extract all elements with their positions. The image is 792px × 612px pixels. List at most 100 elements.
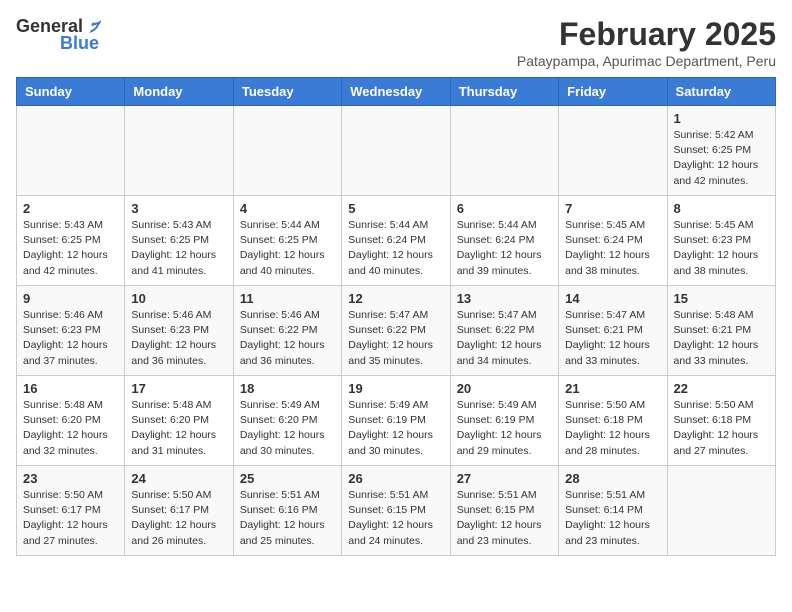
calendar-cell: 26Sunrise: 5:51 AM Sunset: 6:15 PM Dayli… [342,466,450,556]
day-number: 16 [23,381,118,396]
calendar-cell: 3 Sunrise: 5:43 AM Sunset: 6:25 PM Daylig… [125,196,233,286]
day-info: Sunrise: 5:46 AM Sunset: 6:23 PM Dayligh… [23,308,118,369]
day-number: 18 [240,381,335,396]
day-info: Sunrise: 5:43 AM Sunset: 6:25 PM Dayligh… [131,218,226,279]
calendar-week-row: 23Sunrise: 5:50 AM Sunset: 6:17 PM Dayli… [17,466,776,556]
calendar-cell: 11 Sunrise: 5:46 AM Sunset: 6:22 PM Dayli… [233,286,341,376]
day-info: Sunrise: 5:49 AM Sunset: 6:19 PM Dayligh… [348,398,443,459]
day-info: Sunrise: 5:44 AM Sunset: 6:24 PM Dayligh… [348,218,443,279]
day-info: Sunrise: 5:51 AM Sunset: 6:14 PM Dayligh… [565,488,660,549]
calendar-cell: 20Sunrise: 5:49 AM Sunset: 6:19 PM Dayli… [450,376,558,466]
day-info: Sunrise: 5:48 AM Sunset: 6:20 PM Dayligh… [131,398,226,459]
calendar-cell [125,106,233,196]
calendar-week-row: 1 Sunrise: 5:42 AM Sunset: 6:25 PM Daylig… [17,106,776,196]
day-number: 10 [131,291,226,306]
day-number: 5 [348,201,443,216]
header: General Blue February 2025 Pataypampa, A… [16,16,776,69]
day-info: Sunrise: 5:46 AM Sunset: 6:23 PM Dayligh… [131,308,226,369]
calendar-week-row: 2 Sunrise: 5:43 AM Sunset: 6:25 PM Daylig… [17,196,776,286]
day-info: Sunrise: 5:44 AM Sunset: 6:25 PM Dayligh… [240,218,335,279]
calendar-week-row: 9 Sunrise: 5:46 AM Sunset: 6:23 PM Daylig… [17,286,776,376]
day-number: 24 [131,471,226,486]
logo-text-blue: Blue [60,33,99,54]
day-info: Sunrise: 5:51 AM Sunset: 6:16 PM Dayligh… [240,488,335,549]
day-info: Sunrise: 5:47 AM Sunset: 6:21 PM Dayligh… [565,308,660,369]
calendar-cell: 9 Sunrise: 5:46 AM Sunset: 6:23 PM Daylig… [17,286,125,376]
calendar-cell: 1 Sunrise: 5:42 AM Sunset: 6:25 PM Daylig… [667,106,775,196]
calendar-cell: 10 Sunrise: 5:46 AM Sunset: 6:23 PM Dayli… [125,286,233,376]
day-info: Sunrise: 5:46 AM Sunset: 6:22 PM Dayligh… [240,308,335,369]
calendar-cell: 14 Sunrise: 5:47 AM Sunset: 6:21 PM Dayli… [559,286,667,376]
day-info: Sunrise: 5:48 AM Sunset: 6:20 PM Dayligh… [23,398,118,459]
day-info: Sunrise: 5:51 AM Sunset: 6:15 PM Dayligh… [348,488,443,549]
day-info: Sunrise: 5:49 AM Sunset: 6:20 PM Dayligh… [240,398,335,459]
calendar-cell [450,106,558,196]
day-info: Sunrise: 5:44 AM Sunset: 6:24 PM Dayligh… [457,218,552,279]
day-info: Sunrise: 5:50 AM Sunset: 6:17 PM Dayligh… [131,488,226,549]
day-info: Sunrise: 5:49 AM Sunset: 6:19 PM Dayligh… [457,398,552,459]
day-number: 13 [457,291,552,306]
calendar-cell: 15 Sunrise: 5:48 AM Sunset: 6:21 PM Dayli… [667,286,775,376]
day-number: 9 [23,291,118,306]
day-number: 17 [131,381,226,396]
day-number: 15 [674,291,769,306]
day-number: 14 [565,291,660,306]
calendar-title: February 2025 [517,16,776,53]
day-number: 11 [240,291,335,306]
calendar-cell [233,106,341,196]
calendar-header-saturday: Saturday [667,78,775,106]
day-info: Sunrise: 5:47 AM Sunset: 6:22 PM Dayligh… [348,308,443,369]
day-number: 3 [131,201,226,216]
calendar-header-tuesday: Tuesday [233,78,341,106]
calendar-cell: 28 Sunrise: 5:51 AM Sunset: 6:14 PM Dayli… [559,466,667,556]
calendar-cell: 27 Sunrise: 5:51 AM Sunset: 6:15 PM Dayli… [450,466,558,556]
day-number: 6 [457,201,552,216]
day-info: Sunrise: 5:45 AM Sunset: 6:24 PM Dayligh… [565,218,660,279]
calendar-week-row: 16 Sunrise: 5:48 AM Sunset: 6:20 PM Dayli… [17,376,776,466]
day-info: Sunrise: 5:42 AM Sunset: 6:25 PM Dayligh… [674,128,769,189]
calendar-cell: 16 Sunrise: 5:48 AM Sunset: 6:20 PM Dayli… [17,376,125,466]
calendar-cell [17,106,125,196]
calendar-cell: 18 Sunrise: 5:49 AM Sunset: 6:20 PM Dayli… [233,376,341,466]
calendar-cell: 7Sunrise: 5:45 AM Sunset: 6:24 PM Daylig… [559,196,667,286]
calendar-header-friday: Friday [559,78,667,106]
calendar-header-row: SundayMondayTuesdayWednesdayThursdayFrid… [17,78,776,106]
day-info: Sunrise: 5:50 AM Sunset: 6:18 PM Dayligh… [565,398,660,459]
day-info: Sunrise: 5:45 AM Sunset: 6:23 PM Dayligh… [674,218,769,279]
calendar-table: SundayMondayTuesdayWednesdayThursdayFrid… [16,77,776,556]
day-info: Sunrise: 5:51 AM Sunset: 6:15 PM Dayligh… [457,488,552,549]
calendar-cell [667,466,775,556]
day-info: Sunrise: 5:43 AM Sunset: 6:25 PM Dayligh… [23,218,118,279]
calendar-cell: 8 Sunrise: 5:45 AM Sunset: 6:23 PM Daylig… [667,196,775,286]
calendar-cell: 6 Sunrise: 5:44 AM Sunset: 6:24 PM Daylig… [450,196,558,286]
calendar-cell [342,106,450,196]
calendar-cell: 5 Sunrise: 5:44 AM Sunset: 6:24 PM Daylig… [342,196,450,286]
calendar-cell: 25 Sunrise: 5:51 AM Sunset: 6:16 PM Dayli… [233,466,341,556]
calendar-cell: 24 Sunrise: 5:50 AM Sunset: 6:17 PM Dayli… [125,466,233,556]
day-info: Sunrise: 5:50 AM Sunset: 6:18 PM Dayligh… [674,398,769,459]
day-number: 25 [240,471,335,486]
calendar-subtitle: Pataypampa, Apurimac Department, Peru [517,53,776,69]
day-number: 1 [674,111,769,126]
calendar-header-wednesday: Wednesday [342,78,450,106]
calendar-header-thursday: Thursday [450,78,558,106]
day-number: 28 [565,471,660,486]
day-number: 19 [348,381,443,396]
day-number: 2 [23,201,118,216]
day-info: Sunrise: 5:48 AM Sunset: 6:21 PM Dayligh… [674,308,769,369]
calendar-cell: 22Sunrise: 5:50 AM Sunset: 6:18 PM Dayli… [667,376,775,466]
logo: General Blue [16,16,103,54]
calendar-cell: 12Sunrise: 5:47 AM Sunset: 6:22 PM Dayli… [342,286,450,376]
day-number: 21 [565,381,660,396]
calendar-cell [559,106,667,196]
day-info: Sunrise: 5:50 AM Sunset: 6:17 PM Dayligh… [23,488,118,549]
calendar-cell: 19 Sunrise: 5:49 AM Sunset: 6:19 PM Dayli… [342,376,450,466]
day-info: Sunrise: 5:47 AM Sunset: 6:22 PM Dayligh… [457,308,552,369]
calendar-cell: 2 Sunrise: 5:43 AM Sunset: 6:25 PM Daylig… [17,196,125,286]
calendar-cell: 4Sunrise: 5:44 AM Sunset: 6:25 PM Daylig… [233,196,341,286]
title-area: February 2025 Pataypampa, Apurimac Depar… [517,16,776,69]
calendar-header-sunday: Sunday [17,78,125,106]
calendar-cell: 13 Sunrise: 5:47 AM Sunset: 6:22 PM Dayli… [450,286,558,376]
day-number: 27 [457,471,552,486]
day-number: 8 [674,201,769,216]
